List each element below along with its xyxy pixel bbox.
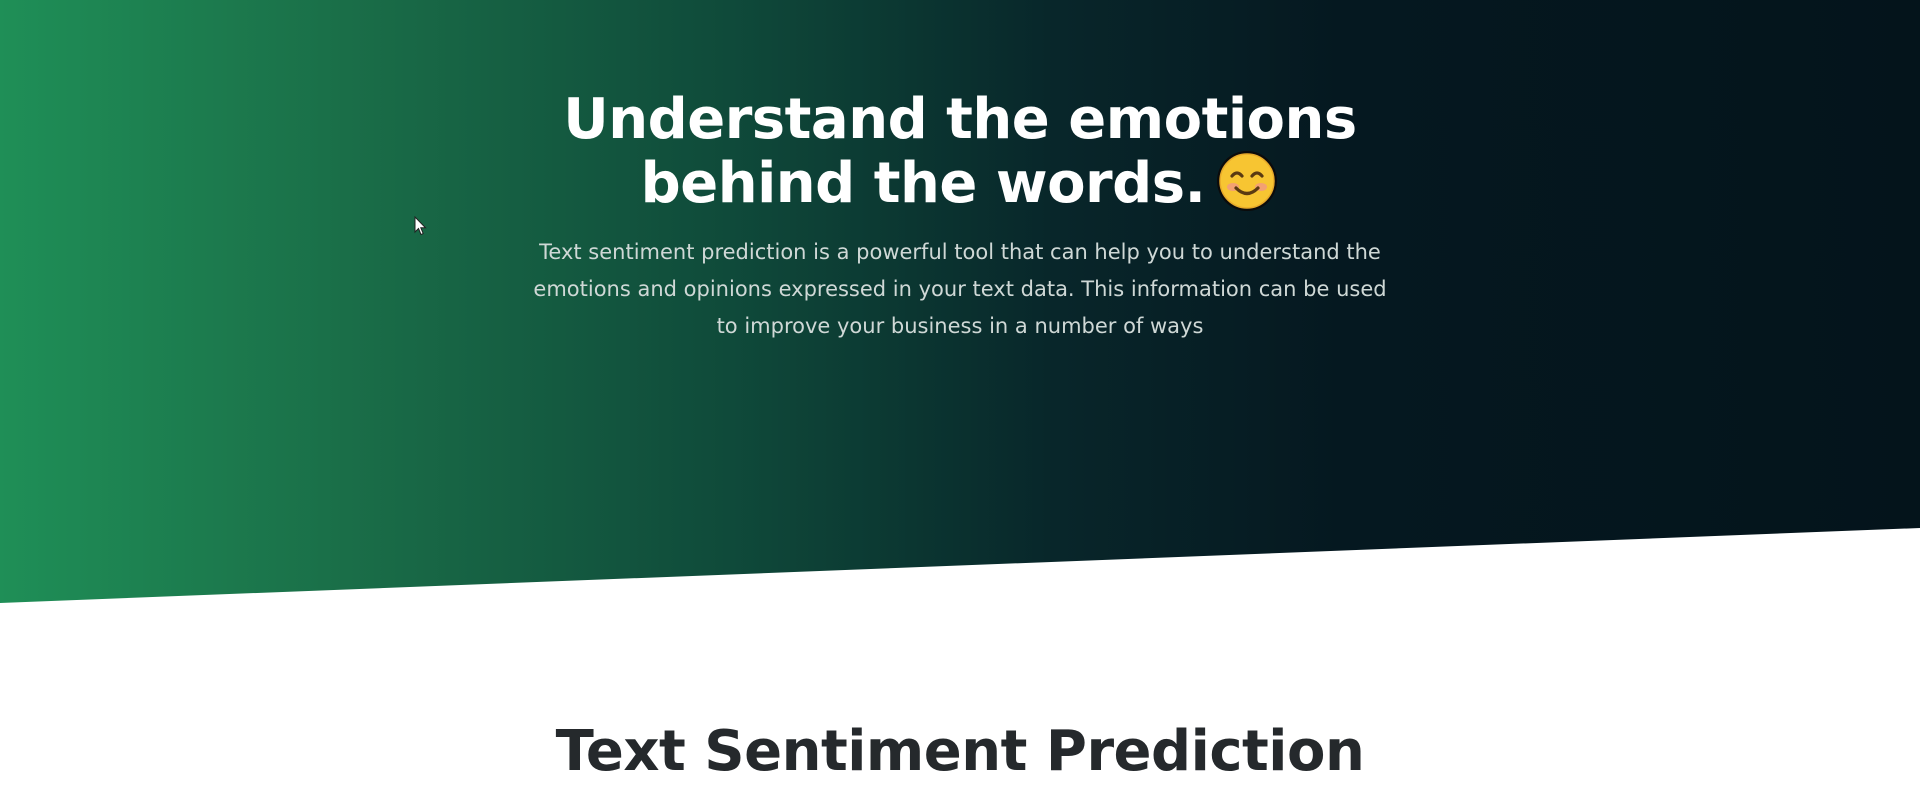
hero-title: Understand the emotions behind the words… <box>460 88 1460 219</box>
hero-title-line-2: behind the words. <box>460 150 1460 219</box>
smiling-face-emoji-icon <box>1217 150 1278 211</box>
mouse-pointer-icon <box>414 216 427 236</box>
section-title: Text Sentiment Prediction <box>555 719 1365 784</box>
hero-title-line-1: Understand the emotions <box>563 87 1357 152</box>
hero-title-line-2-text: behind the words. <box>640 151 1206 216</box>
hero-description: Text sentiment prediction is a powerful … <box>533 240 1387 338</box>
